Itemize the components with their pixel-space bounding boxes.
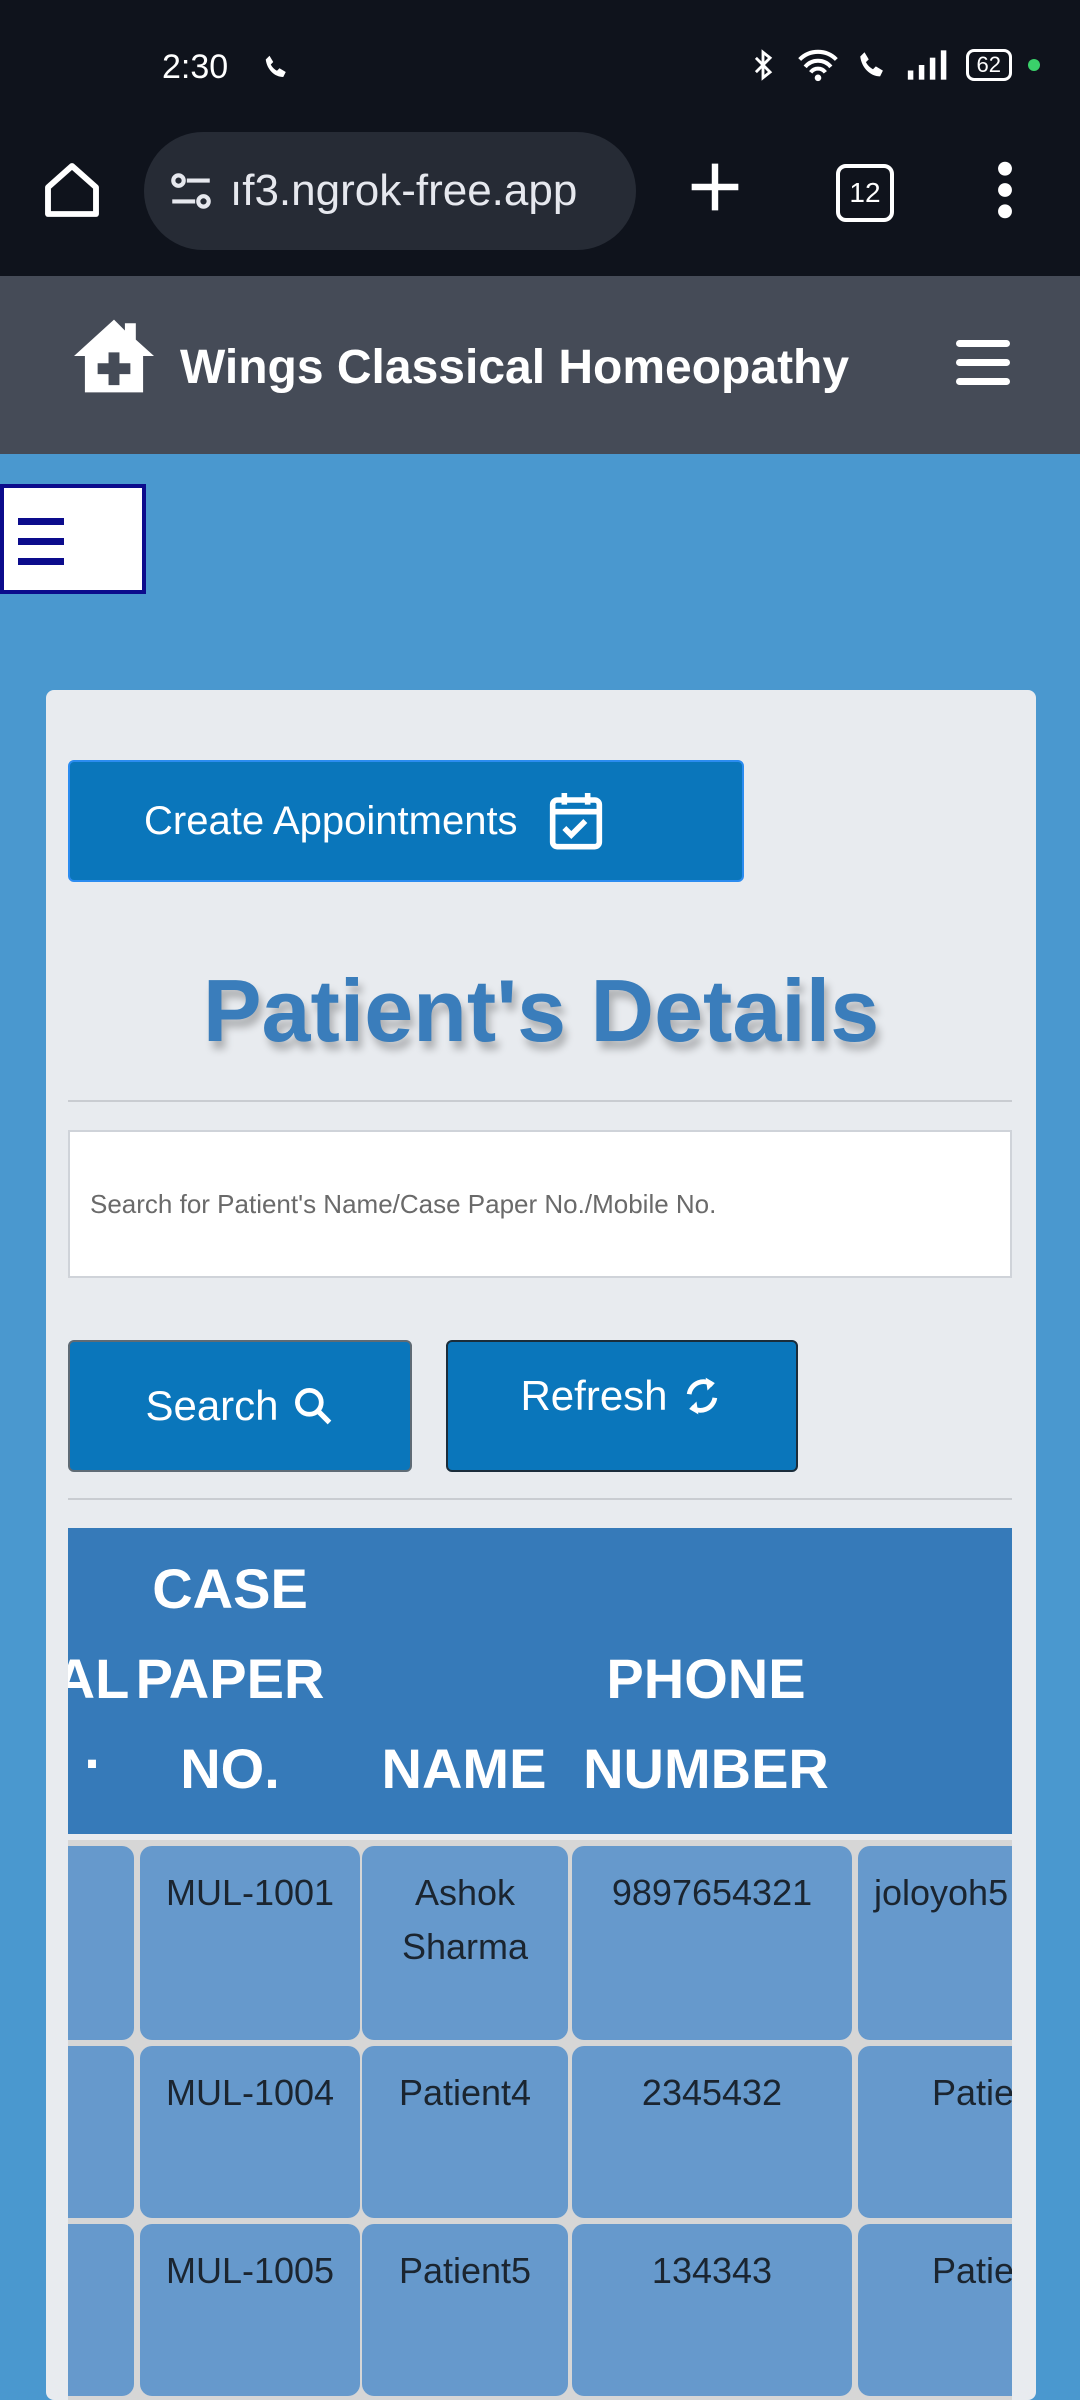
call-signal-icon [859, 52, 883, 77]
table-cell [68, 2224, 134, 2396]
name-cell: Ashok Sharma [362, 1846, 568, 2040]
table-row[interactable]: MUL-1004 Patient4 2345432 Patie [68, 2042, 1012, 2218]
battery-indicator: 62 [965, 49, 1012, 81]
page-title: Patient's Details [202, 961, 880, 1060]
privacy-dot [1028, 59, 1040, 71]
signal-icon [907, 50, 946, 80]
table-header: AL . CASE PAPER NO. NAME PHONE NUMBER [68, 1528, 1012, 1834]
app-title[interactable]: Wings Classical Homeopathy [180, 340, 849, 395]
browser-menu-icon[interactable] [990, 158, 1020, 222]
bluetooth-icon [754, 49, 772, 81]
header-cell-partial: AL . [68, 1647, 130, 1780]
clinic-home-icon [74, 319, 154, 393]
header-case-paper-no: CASE PAPER NO. [135, 1557, 325, 1800]
patients-table[interactable]: AL . CASE PAPER NO. NAME PHONE NUMBER MU… [68, 1528, 1012, 2400]
case-paper-cell: MUL-1004 [140, 2046, 360, 2218]
refresh-icon [686, 1377, 717, 1415]
tab-switcher-button[interactable]: 12 [836, 164, 894, 222]
search-button-label: Search [145, 1382, 279, 1429]
status-icons: 62 [746, 48, 1040, 82]
phone-cell: 134343 [572, 2224, 852, 2396]
extra-cell: Patie [858, 2224, 1012, 2396]
case-paper-cell: MUL-1005 [140, 2224, 360, 2396]
case-paper-cell: MUL-1001 [140, 1846, 360, 2040]
phone-cell: 2345432 [572, 2046, 852, 2218]
sidebar-toggle-button[interactable] [0, 484, 146, 594]
app-header: Wings Classical Homeopathy [0, 276, 1080, 454]
divider [68, 1498, 1012, 1500]
header-name: NAME [381, 1737, 547, 1800]
refresh-button[interactable]: Refresh [446, 1340, 798, 1472]
status-time: 2:30 [162, 48, 229, 86]
table-cell [68, 2046, 134, 2218]
refresh-button-label: Refresh [520, 1372, 668, 1419]
home-icon[interactable] [40, 158, 104, 222]
phone-cell: 9897654321 [572, 1846, 852, 2040]
divider [68, 1100, 1012, 1102]
patient-details-card: Create Appointments Patient's Details Se… [46, 690, 1036, 2400]
new-tab-icon[interactable] [680, 152, 750, 222]
table-row[interactable]: MUL-1005 Patient5 134343 Patie [68, 2220, 1012, 2396]
wifi-icon [797, 49, 838, 82]
table-cell [68, 1846, 134, 2040]
url-text[interactable]: ıf3.ngrok-free.app [230, 166, 577, 216]
name-cell: Patient4 [362, 2046, 568, 2218]
name-cell: Patient5 [362, 2224, 568, 2396]
create-appointments-label: Create Appointments [144, 798, 518, 843]
search-button[interactable]: Search [68, 1340, 412, 1472]
wifi-call-icon [265, 55, 286, 77]
create-appointments-button[interactable]: Create Appointments [68, 760, 744, 882]
header-phone-number: PHONE NUMBER [583, 1647, 829, 1800]
address-bar[interactable]: ıf3.ngrok-free.app [144, 132, 636, 250]
search-icon [294, 1388, 331, 1425]
site-settings-icon[interactable] [166, 166, 216, 216]
email-cell: joloyoh5 [858, 1846, 1012, 2040]
status-bar: 2:30 62 [0, 0, 1080, 140]
table-row[interactable]: MUL-1001 Ashok Sharma 9897654321 joloyoh5 [68, 1842, 1012, 2040]
calendar-check-icon [549, 793, 602, 850]
patient-search-input[interactable] [68, 1130, 1012, 1278]
nav-menu-icon[interactable] [956, 340, 1010, 390]
extra-cell: Patie [858, 2046, 1012, 2218]
